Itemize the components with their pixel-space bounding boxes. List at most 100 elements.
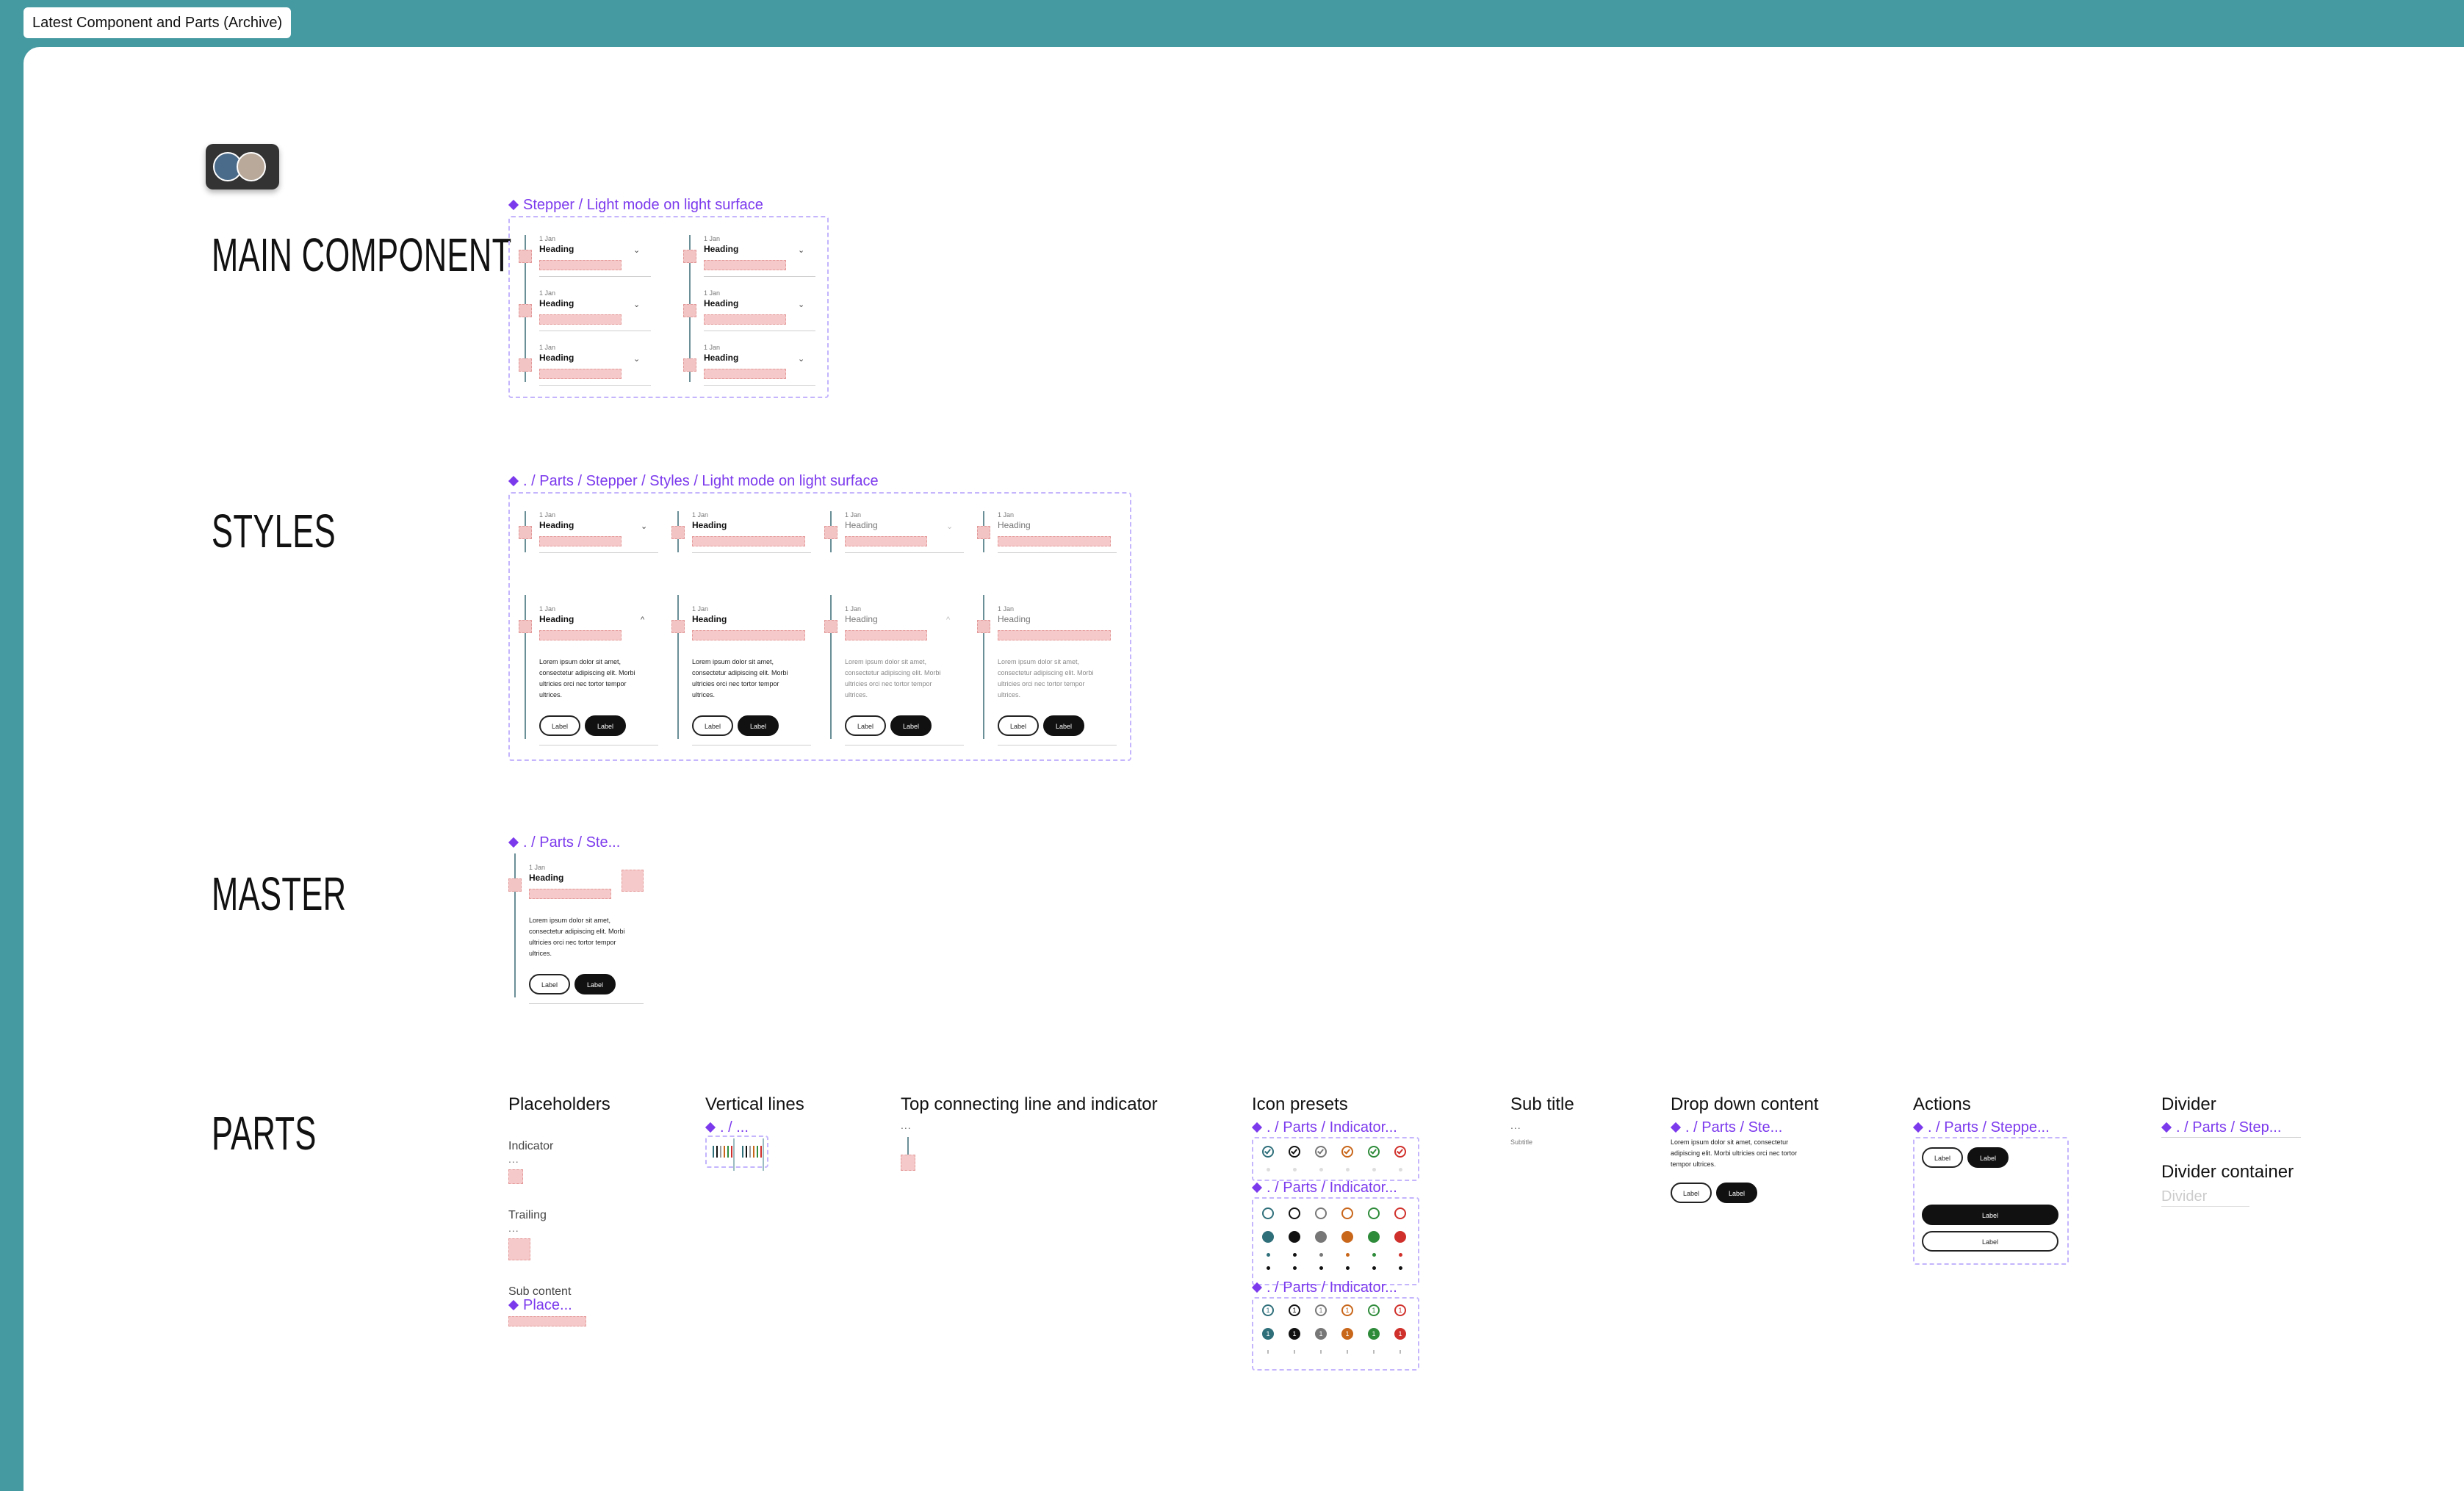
indicator-placeholder[interactable] bbox=[683, 304, 696, 317]
chevron-down-icon[interactable]: ⌄ bbox=[798, 245, 804, 255]
component-icon bbox=[508, 476, 519, 486]
chevron-down-icon[interactable]: ⌄ bbox=[633, 300, 640, 309]
top-indicator-placeholder[interactable] bbox=[901, 1155, 915, 1171]
divider-component-label[interactable]: . / Parts / Step... bbox=[2161, 1119, 2281, 1136]
indicator-placeholder[interactable] bbox=[508, 878, 522, 892]
stepper-step[interactable]: 1 Jan Heading bbox=[977, 511, 1117, 563]
stepper-step[interactable]: 1 Jan Heading ⌄ bbox=[519, 289, 651, 344]
chevron-up-icon[interactable]: ^ bbox=[641, 615, 644, 624]
filled-button[interactable]: Label bbox=[738, 715, 779, 736]
sub-content-component-label[interactable]: Place... bbox=[508, 1297, 572, 1314]
drop-down-filled-button[interactable]: Label bbox=[1716, 1183, 1757, 1203]
indicator-placeholder[interactable] bbox=[519, 526, 532, 539]
drop-down-component-label[interactable]: . / Parts / Ste... bbox=[1671, 1119, 1782, 1136]
dot-indicator bbox=[1346, 1253, 1350, 1257]
icon-presets-component-label[interactable]: . / Parts / Indicator... bbox=[1252, 1119, 1397, 1136]
step-body: Lorem ipsum dolor sit amet, consectetur … bbox=[692, 658, 788, 698]
chevron-down-icon[interactable]: ⌄ bbox=[633, 354, 640, 364]
icon-presets-component-label-2[interactable]: . / Parts / Indicator... bbox=[1252, 1180, 1397, 1196]
indicator-placeholder[interactable] bbox=[519, 304, 532, 317]
main-component-label[interactable]: Stepper / Light mode on light surface bbox=[508, 197, 763, 214]
component-icon bbox=[1252, 1122, 1262, 1133]
stepper-step[interactable]: 1 Jan Heading ⌄ bbox=[519, 235, 651, 289]
indicator-placeholder[interactable] bbox=[508, 1169, 523, 1184]
outline-button[interactable]: Label bbox=[539, 715, 580, 736]
outline-button[interactable]: Label bbox=[692, 715, 733, 736]
circle-filled-icon bbox=[1394, 1231, 1406, 1243]
avatar[interactable] bbox=[237, 152, 266, 181]
circle-outline-icon bbox=[1341, 1207, 1353, 1219]
vertical-lines-frame[interactable] bbox=[705, 1136, 768, 1168]
chevron-down-icon[interactable]: ⌄ bbox=[633, 245, 640, 255]
indicator-placeholder[interactable] bbox=[519, 358, 532, 372]
filled-button[interactable]: Label bbox=[1043, 715, 1084, 736]
chevron-up-icon[interactable]: ^ bbox=[946, 615, 950, 624]
stepper-step[interactable]: 1 Jan Heading ⌄ bbox=[519, 344, 651, 395]
page-tab[interactable]: Latest Component and Parts (Archive) bbox=[24, 7, 292, 38]
step-heading: Heading bbox=[704, 298, 739, 308]
vertical-lines-component-label[interactable]: . / ... bbox=[705, 1119, 749, 1136]
sub-content-placeholder bbox=[539, 314, 622, 325]
indicator-placeholder[interactable] bbox=[519, 620, 532, 633]
actions-full-filled-button[interactable]: Label bbox=[1922, 1205, 2058, 1225]
indicator-placeholder[interactable] bbox=[671, 526, 685, 539]
avatar-group[interactable] bbox=[206, 144, 279, 189]
dot-indicator bbox=[1399, 1253, 1402, 1257]
chevron-down-icon[interactable]: ⌄ bbox=[641, 521, 647, 531]
parts-divider-title: Divider bbox=[2161, 1094, 2216, 1114]
trailing-placeholder[interactable] bbox=[622, 870, 644, 892]
master-component-label[interactable]: . / Parts / Ste... bbox=[508, 834, 620, 851]
sub-content-placeholder bbox=[539, 630, 622, 640]
indicator-placeholder[interactable] bbox=[824, 526, 837, 539]
chevron-down-icon[interactable]: ⌄ bbox=[798, 300, 804, 309]
icon-presets-frame-1[interactable] bbox=[1252, 1137, 1419, 1181]
stepper-step[interactable]: 1 Jan Heading ^ Lorem ipsum dolor sit amet,… bbox=[519, 595, 658, 752]
stepper-step[interactable]: 1 Jan Heading ⌄ bbox=[824, 511, 964, 563]
divider-line bbox=[845, 552, 964, 553]
circle-outline-icon bbox=[1289, 1207, 1300, 1219]
indicator-placeholder[interactable] bbox=[824, 620, 837, 633]
indicator-placeholder[interactable] bbox=[683, 358, 696, 372]
filled-button[interactable]: Label bbox=[585, 715, 626, 736]
sub-content-placeholder[interactable] bbox=[508, 1316, 586, 1326]
filled-button[interactable]: Label bbox=[574, 974, 616, 994]
indicator-placeholder[interactable] bbox=[671, 620, 685, 633]
stepper-step[interactable]: 1 Jan Heading ⌄ bbox=[683, 344, 815, 395]
outline-button[interactable]: Label bbox=[529, 974, 570, 994]
chevron-down-icon[interactable]: ⌄ bbox=[798, 354, 804, 364]
step-heading: Heading bbox=[539, 614, 574, 624]
actions-outline-button[interactable]: Label bbox=[1922, 1147, 1963, 1168]
stepper-step[interactable]: 1 Jan Heading ^ Lorem ipsum dolor sit amet,… bbox=[824, 595, 964, 752]
stepper-step[interactable]: 1 Jan Heading ⌄ bbox=[683, 289, 815, 344]
styles-component-label[interactable]: . / Parts / Stepper / Styles / Light mod… bbox=[508, 473, 879, 490]
outline-button[interactable]: Label bbox=[998, 715, 1039, 736]
dot-indicator bbox=[1399, 1168, 1402, 1172]
indicator-placeholder[interactable] bbox=[977, 620, 990, 633]
component-icon bbox=[2161, 1122, 2172, 1133]
stepper-step[interactable]: 1 Jan Heading Lorem ipsum dolor sit amet, … bbox=[671, 595, 811, 752]
filled-button[interactable]: Label bbox=[890, 715, 932, 736]
icon-presets-component-label-3[interactable]: . / Parts / Indicator... bbox=[1252, 1279, 1397, 1296]
stepper-step[interactable]: 1 Jan Heading Lorem ipsum dolor sit amet, … bbox=[977, 595, 1117, 752]
sub-content-placeholder bbox=[704, 314, 786, 325]
divider-line bbox=[692, 745, 811, 746]
actions-full-outline-button[interactable]: Label bbox=[1922, 1231, 2058, 1252]
indicator-placeholder[interactable] bbox=[977, 526, 990, 539]
indicator-placeholder[interactable] bbox=[519, 250, 532, 263]
step-date: 1 Jan bbox=[539, 344, 556, 351]
section-title-main: MAIN COMPONENT bbox=[212, 228, 512, 281]
chevron-down-icon[interactable]: ⌄ bbox=[946, 521, 953, 531]
stepper-step[interactable]: 1 Jan Heading ⌄ bbox=[519, 511, 658, 563]
sub-content-placeholder bbox=[998, 630, 1111, 640]
actions-filled-button[interactable]: Label bbox=[1967, 1147, 2009, 1168]
outline-button[interactable]: Label bbox=[845, 715, 886, 736]
indicator-placeholder[interactable] bbox=[683, 250, 696, 263]
component-icon bbox=[1913, 1122, 1923, 1133]
drop-down-outline-button[interactable]: Label bbox=[1671, 1183, 1712, 1203]
stepper-step[interactable]: 1 Jan Heading ⌄ bbox=[683, 235, 815, 289]
divider-line bbox=[704, 385, 815, 386]
actions-component-label[interactable]: . / Parts / Steppe... bbox=[1913, 1119, 2050, 1136]
tiny-tick bbox=[1399, 1350, 1401, 1354]
stepper-step[interactable]: 1 Jan Heading bbox=[671, 511, 811, 563]
trailing-placeholder[interactable] bbox=[508, 1238, 530, 1260]
